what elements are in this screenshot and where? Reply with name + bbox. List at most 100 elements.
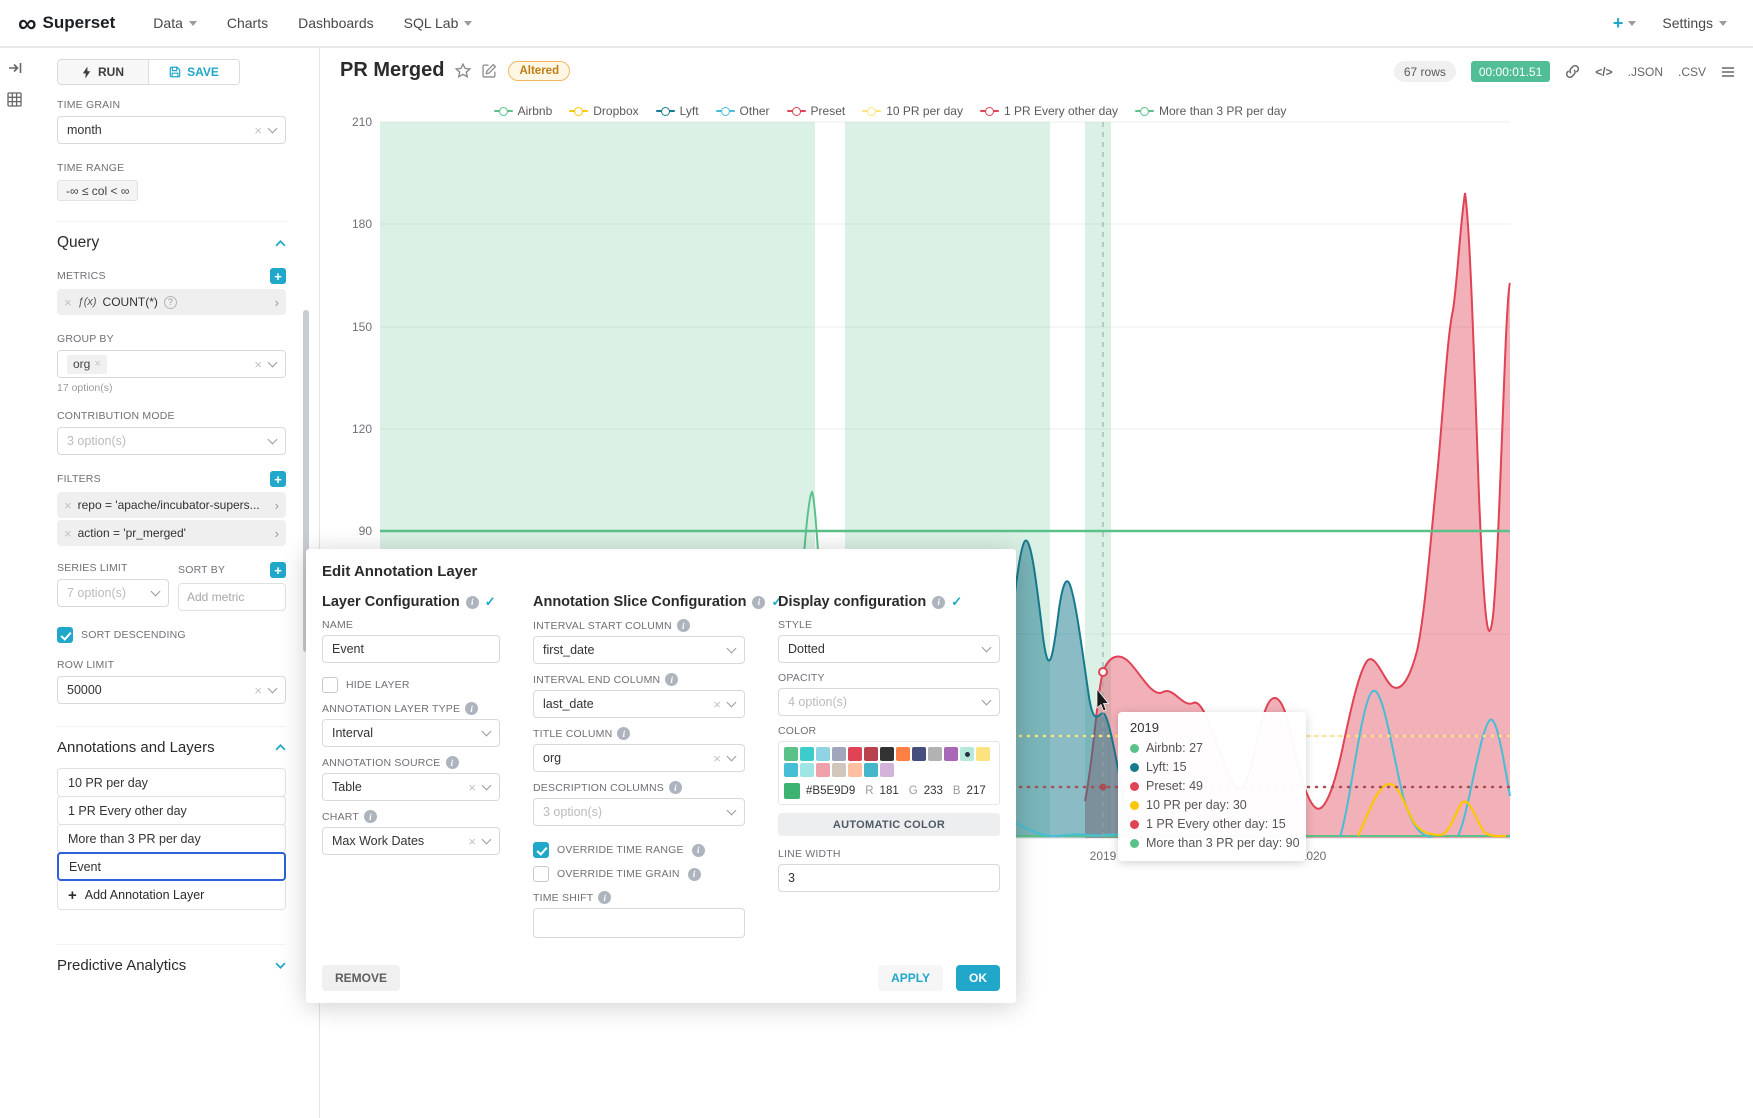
clear-icon[interactable]: × (468, 835, 476, 848)
clear-icon[interactable]: × (713, 752, 721, 765)
color-swatch[interactable] (816, 763, 830, 777)
sort-by-add-metric[interactable]: Add metric (178, 583, 286, 611)
color-swatch[interactable] (848, 763, 862, 777)
nav-item-dashboards[interactable]: Dashboards (298, 15, 374, 31)
color-swatch[interactable] (880, 747, 894, 761)
query-section-header[interactable]: Query (57, 221, 286, 252)
title-column-select[interactable]: org × (533, 744, 745, 772)
contribution-mode-select[interactable]: 3 option(s) (57, 427, 286, 455)
color-swatch[interactable] (784, 747, 798, 761)
annotation-layer-item-selected[interactable]: Event (57, 852, 286, 881)
style-select[interactable]: Dotted (778, 635, 1000, 663)
menu-icon[interactable] (1721, 66, 1735, 78)
chart-select[interactable]: Max Work Dates × (322, 827, 500, 855)
add-annotation-layer-button[interactable]: + Add Annotation Layer (57, 881, 286, 910)
interval-start-select[interactable]: first_date (533, 636, 745, 664)
b-value-input[interactable]: 217 (967, 785, 986, 797)
name-input[interactable]: Event (322, 635, 500, 663)
ok-button[interactable]: OK (956, 965, 1000, 991)
group-by-tag[interactable]: org × (67, 355, 107, 374)
time-range-tag[interactable]: -∞ ≤ col < ∞ (57, 180, 138, 201)
color-swatch[interactable] (864, 763, 878, 777)
annotation-layer-item[interactable]: More than 3 PR per day (57, 824, 286, 853)
new-menu[interactable]: + (1613, 14, 1637, 32)
r-value-input[interactable]: 181 (880, 785, 899, 797)
remove-icon[interactable]: × (64, 499, 72, 512)
override-time-grain-checkbox[interactable]: OVERRIDE TIME GRAIN i (533, 866, 745, 882)
color-swatch[interactable] (832, 763, 846, 777)
color-swatch[interactable] (816, 747, 830, 761)
predictive-section-header[interactable]: Predictive Analytics (57, 944, 286, 974)
add-sort-metric-button[interactable]: + (270, 562, 286, 578)
clear-icon[interactable]: × (254, 684, 262, 697)
add-metric-button[interactable]: + (270, 268, 286, 284)
hex-value-input[interactable]: #B5E9D9 (806, 785, 855, 797)
edit-icon[interactable] (482, 63, 497, 78)
description-columns-select[interactable]: 3 option(s) (533, 798, 745, 826)
g-value-input[interactable]: 233 (924, 785, 943, 797)
remove-button[interactable]: REMOVE (322, 965, 400, 991)
automatic-color-button[interactable]: AUTOMATIC COLOR (778, 813, 1000, 836)
annotation-source-select[interactable]: Table × (322, 773, 500, 801)
clear-icon[interactable]: × (713, 698, 721, 711)
filter-pill[interactable]: × repo = 'apache/incubator-supers... › (57, 492, 286, 518)
legend-item-other[interactable]: Other (716, 104, 770, 118)
time-grain-select[interactable]: month × (57, 116, 286, 144)
save-button[interactable]: SAVE (149, 59, 240, 85)
override-time-range-checkbox[interactable]: OVERRIDE TIME RANGE i (533, 842, 745, 858)
row-limit-select[interactable]: 50000 × (57, 676, 286, 704)
interval-end-select[interactable]: last_date × (533, 690, 745, 718)
clear-icon[interactable]: × (468, 781, 476, 794)
time-shift-input[interactable] (533, 908, 745, 938)
export-csv-button[interactable]: .CSV (1678, 65, 1706, 79)
apply-button[interactable]: APPLY (878, 965, 943, 991)
legend-item-more-than-3-pr[interactable]: More than 3 PR per day (1135, 104, 1286, 118)
legend-item-airbnb[interactable]: Airbnb (494, 104, 553, 118)
color-swatch[interactable] (880, 763, 894, 777)
remove-icon[interactable]: × (64, 296, 72, 309)
embed-code-icon[interactable]: </> (1595, 65, 1612, 79)
superset-brand[interactable]: ∞ Superset (18, 10, 115, 36)
filter-pill[interactable]: × action = 'pr_merged' › (57, 520, 286, 546)
annotation-layer-item[interactable]: 10 PR per day (57, 768, 286, 797)
group-by-select[interactable]: org × × (57, 350, 286, 378)
color-swatch[interactable] (896, 747, 910, 761)
collapse-datasource-icon[interactable] (7, 60, 23, 76)
color-swatch[interactable] (944, 747, 958, 761)
clear-icon[interactable]: × (254, 358, 262, 371)
series-limit-select[interactable]: 7 option(s) (57, 579, 169, 607)
color-swatch[interactable] (800, 747, 814, 761)
legend-item-lyft[interactable]: Lyft (656, 104, 699, 118)
color-swatch[interactable] (928, 747, 942, 761)
remove-tag-icon[interactable]: × (94, 359, 100, 370)
sort-descending-checkbox[interactable]: SORT DESCENDING (57, 627, 286, 643)
color-swatch[interactable] (848, 747, 862, 761)
clear-icon[interactable]: × (254, 124, 262, 137)
grid-icon[interactable] (7, 92, 23, 108)
metric-pill[interactable]: × ƒ(x) COUNT(*) ? › (57, 289, 286, 315)
color-swatch[interactable] (800, 763, 814, 777)
hide-layer-checkbox[interactable]: HIDE LAYER (322, 677, 500, 693)
legend-item-10-pr-per-day[interactable]: 10 PR per day (862, 104, 963, 118)
legend-item-preset[interactable]: Preset (787, 104, 846, 118)
nav-item-sql-lab[interactable]: SQL Lab (404, 15, 473, 31)
color-swatch[interactable] (976, 747, 990, 761)
share-link-icon[interactable] (1565, 64, 1580, 79)
annotation-layer-item[interactable]: 1 PR Every other day (57, 796, 286, 825)
color-swatch[interactable] (832, 747, 846, 761)
star-icon[interactable] (455, 63, 471, 79)
add-filter-button[interactable]: + (270, 471, 286, 487)
annotations-section-header[interactable]: Annotations and Layers (57, 726, 286, 756)
settings-menu[interactable]: Settings (1662, 15, 1727, 31)
export-json-button[interactable]: .JSON (1628, 65, 1663, 79)
legend-item-dropbox[interactable]: Dropbox (569, 104, 638, 118)
line-width-input[interactable]: 3 (778, 864, 1000, 892)
legend-item-1-pr-every-other-day[interactable]: 1 PR Every other day (980, 104, 1118, 118)
color-swatch[interactable] (912, 747, 926, 761)
annotation-layer-type-select[interactable]: Interval (322, 719, 500, 747)
color-swatch[interactable] (864, 747, 878, 761)
color-swatch[interactable] (784, 763, 798, 777)
remove-icon[interactable]: × (64, 527, 72, 540)
run-button[interactable]: RUN (57, 59, 149, 85)
color-swatch-selected[interactable] (960, 747, 974, 761)
